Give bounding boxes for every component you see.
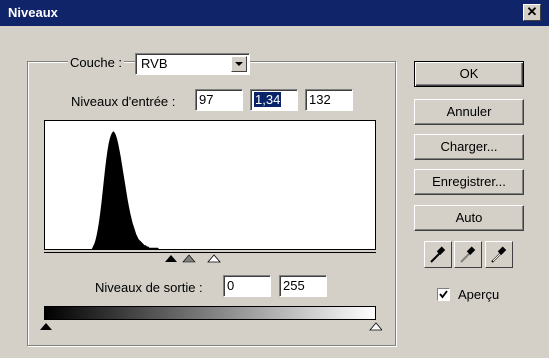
close-button[interactable]: ✕ <box>523 4 541 21</box>
input-slider-handles[interactable] <box>160 253 230 263</box>
preview-label[interactable]: Aperçu <box>458 287 499 302</box>
output-black-field[interactable]: 0 <box>223 275 271 297</box>
close-icon: ✕ <box>526 4 538 19</box>
save-button[interactable]: Enregistrer... <box>414 169 524 195</box>
chevron-down-icon[interactable] <box>231 56 247 72</box>
output-slider-handles[interactable] <box>40 321 382 331</box>
histogram-chart <box>45 131 375 249</box>
input-white-value: 132 <box>309 92 331 107</box>
channel-label-text: Couche : <box>70 55 123 70</box>
input-white-field[interactable]: 132 <box>305 89 353 111</box>
input-black-field[interactable]: 97 <box>195 89 243 111</box>
eyedropper-black-icon <box>430 246 446 263</box>
window-title: Niveaux <box>8 5 58 20</box>
input-white-handle <box>207 254 221 263</box>
output-gradient-bar <box>44 306 376 320</box>
input-gamma-handle <box>182 254 196 263</box>
load-button[interactable]: Charger... <box>414 134 524 160</box>
channel-label: Couche : <box>68 55 125 70</box>
channel-select[interactable]: RVB <box>135 53 250 75</box>
histogram-area <box>45 131 375 249</box>
input-gamma-field[interactable]: 1,34 <box>250 89 298 111</box>
input-black-handle <box>165 255 177 262</box>
histogram-panel <box>44 120 376 250</box>
ok-button[interactable]: OK <box>414 61 524 87</box>
title-bar: Niveaux ✕ <box>0 0 549 26</box>
preview-checkbox[interactable] <box>437 288 450 301</box>
input-gamma-value: 1,34 <box>254 92 282 107</box>
output-white-handle <box>369 322 382 331</box>
white-eyedropper-button[interactable] <box>485 241 513 268</box>
output-black-value: 0 <box>227 278 235 293</box>
eyedropper-white-icon <box>491 246 507 263</box>
gray-eyedropper-button[interactable] <box>454 241 482 268</box>
output-white-value: 255 <box>283 278 305 293</box>
output-black-handle <box>40 323 52 330</box>
input-black-value: 97 <box>199 92 214 107</box>
black-eyedropper-button[interactable] <box>424 241 452 268</box>
output-white-field[interactable]: 255 <box>279 275 327 297</box>
auto-button[interactable]: Auto <box>414 205 524 231</box>
output-levels-label: Niveaux de sortie : <box>95 280 203 295</box>
cancel-button[interactable]: Annuler <box>414 99 524 125</box>
check-icon <box>439 290 448 299</box>
eyedropper-gray-icon <box>460 246 476 263</box>
channel-select-value: RVB <box>141 56 168 71</box>
input-levels-label: Niveaux d'entrée : <box>71 94 176 109</box>
